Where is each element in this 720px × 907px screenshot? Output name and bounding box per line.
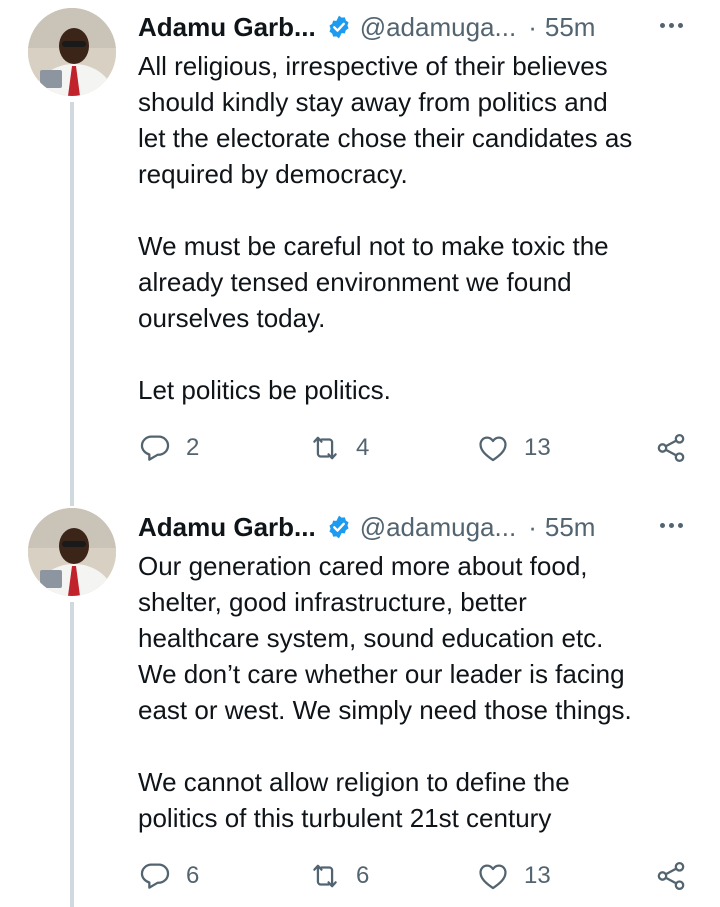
reply-button[interactable]: 2: [138, 428, 199, 468]
tweet-paragraph: Our generation cared more about food, sh…: [138, 551, 632, 725]
reply-button[interactable]: 6: [138, 856, 199, 896]
author-name[interactable]: Adamu Garb...: [138, 512, 316, 543]
author-handle[interactable]: @adamuga...: [360, 512, 516, 543]
tweet-header: Adamu Garb... @adamuga... · 55m: [138, 10, 698, 44]
retweet-icon: [313, 864, 337, 888]
author-handle[interactable]: @adamuga...: [360, 12, 516, 43]
tweet-paragraph: We must be careful not to make toxic the…: [138, 231, 609, 333]
reply-icon: [140, 435, 170, 461]
thread-line: [70, 602, 74, 907]
avatar[interactable]: [28, 8, 116, 96]
reply-count: 2: [186, 434, 200, 461]
heart-icon: [479, 436, 507, 462]
verified-badge-icon: [329, 515, 349, 539]
tweet-actions: 6 6 13: [138, 856, 698, 896]
like-count: 13: [524, 862, 551, 889]
retweet-button[interactable]: 4: [308, 428, 369, 468]
retweet-button[interactable]: 6: [308, 856, 369, 896]
tweet-1[interactable]: Adamu Garb... @adamuga... · 55m All reli…: [0, 0, 720, 500]
tweet-text: Our generation cared more about food, sh…: [138, 548, 708, 836]
heart-icon: [479, 864, 507, 890]
reply-count: 6: [186, 862, 200, 889]
tweet-paragraph: We cannot allow religion to define the p…: [138, 767, 570, 833]
like-button[interactable]: 13: [476, 856, 551, 896]
tweet-actions: 2 4 13: [138, 428, 698, 468]
reply-icon: [140, 863, 170, 889]
tweet-header: Adamu Garb... @adamuga... · 55m: [138, 510, 698, 544]
thread-line: [70, 102, 74, 500]
share-icon: [657, 433, 685, 463]
author-name[interactable]: Adamu Garb...: [138, 12, 316, 43]
share-button[interactable]: [654, 428, 702, 468]
tweet-2[interactable]: Adamu Garb... @adamuga... · 55m Our gene…: [0, 500, 720, 907]
share-button[interactable]: [654, 856, 702, 896]
thread-line: [70, 500, 74, 506]
avatar[interactable]: [28, 508, 116, 596]
more-dots-icon[interactable]: [656, 10, 686, 40]
avatar-photo: [28, 8, 116, 96]
tweet-paragraph: Let politics be politics.: [138, 375, 391, 405]
separator-dot: ·: [528, 511, 537, 542]
retweet-count: 4: [356, 434, 370, 461]
separator-dot: ·: [528, 11, 537, 42]
more-dots-icon[interactable]: [656, 510, 686, 540]
like-button[interactable]: 13: [476, 428, 551, 468]
like-count: 13: [524, 434, 551, 461]
tweet-paragraph: All religious, irrespective of their bel…: [138, 51, 633, 189]
timestamp[interactable]: 55m: [545, 12, 596, 43]
retweet-count: 6: [356, 862, 370, 889]
verified-badge-icon: [329, 15, 349, 39]
retweet-icon: [313, 436, 337, 460]
avatar-photo: [28, 508, 116, 596]
share-icon: [657, 861, 685, 891]
timestamp[interactable]: 55m: [545, 512, 596, 543]
tweet-text: All religious, irrespective of their bel…: [138, 48, 708, 408]
